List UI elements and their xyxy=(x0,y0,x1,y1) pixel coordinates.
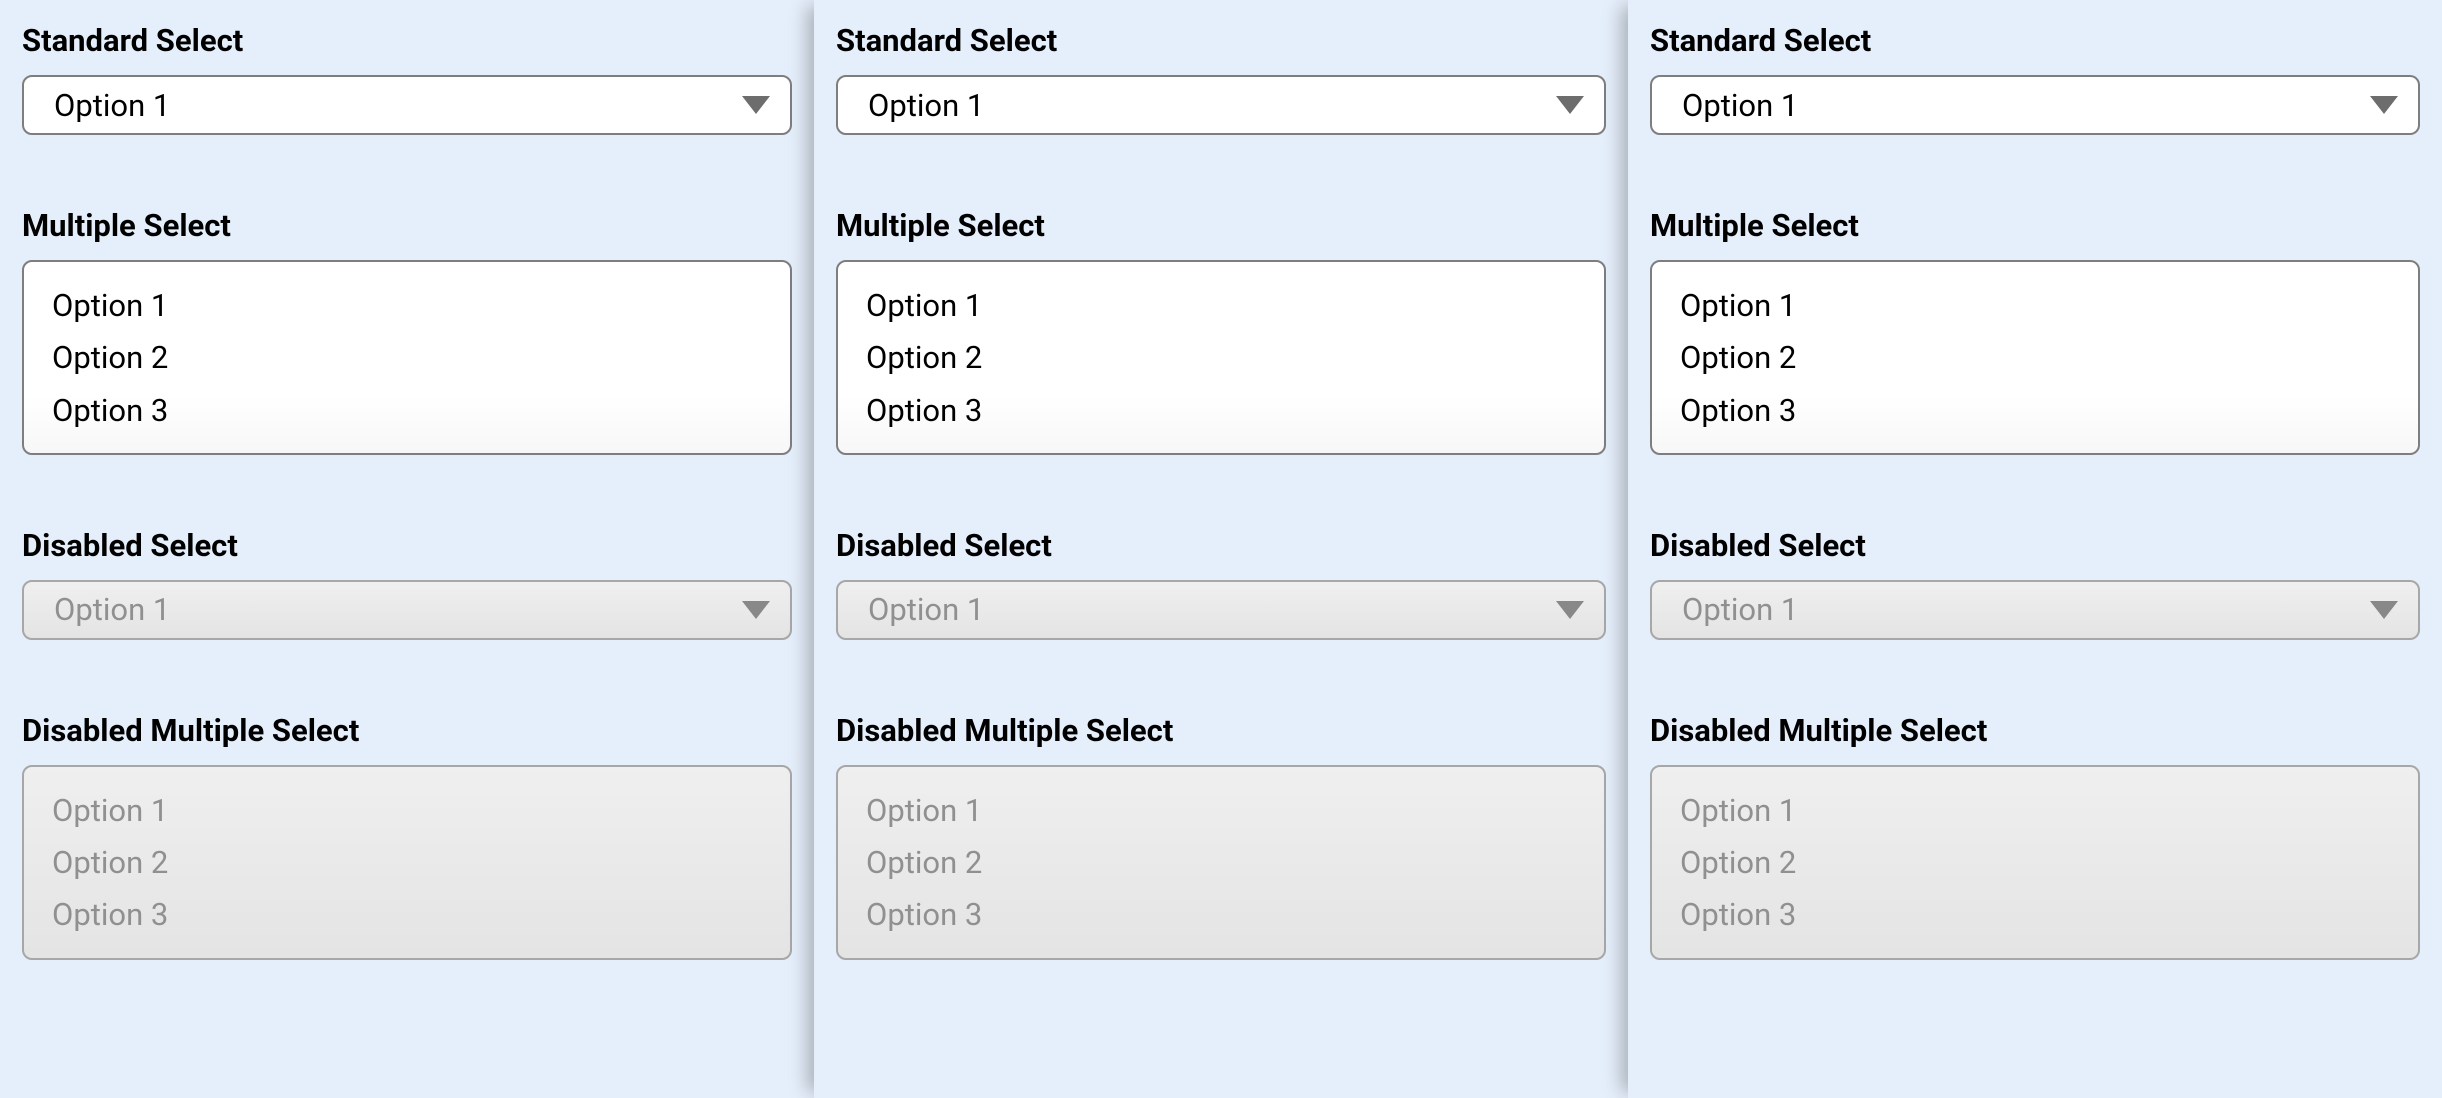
multiple-select-option[interactable]: Option 1 xyxy=(1680,280,2390,332)
disabled-multiple-select: Option 1 Option 2 Option 3 xyxy=(22,765,792,960)
disabled-select-field: Disabled Select Option 1 xyxy=(836,527,1606,640)
disabled-select-label: Disabled Select xyxy=(1650,527,2420,564)
multiple-select-option[interactable]: Option 1 xyxy=(52,280,762,332)
disabled-multiple-select-option: Option 3 xyxy=(52,889,762,941)
multiple-select-field: Multiple Select Option 1 Option 2 Option… xyxy=(1650,207,2420,455)
disabled-multiple-select-label: Disabled Multiple Select xyxy=(22,712,792,749)
disabled-multiple-select-option: Option 1 xyxy=(1680,785,2390,837)
chevron-down-icon xyxy=(742,96,770,114)
disabled-multiple-select-option: Option 1 xyxy=(52,785,762,837)
disabled-select-label: Disabled Select xyxy=(22,527,792,564)
disabled-multiple-select-option: Option 2 xyxy=(52,837,762,889)
disabled-multiple-select-option: Option 3 xyxy=(866,889,1576,941)
standard-select[interactable]: Option 1 xyxy=(836,75,1606,135)
multiple-select-option[interactable]: Option 2 xyxy=(1680,332,2390,384)
multiple-select[interactable]: Option 1 Option 2 Option 3 xyxy=(836,260,1606,455)
multiple-select-label: Multiple Select xyxy=(22,207,792,244)
chevron-down-icon xyxy=(2370,96,2398,114)
multiple-select-field: Multiple Select Option 1 Option 2 Option… xyxy=(836,207,1606,455)
multiple-select-label: Multiple Select xyxy=(1650,207,2420,244)
disabled-multiple-select-option: Option 3 xyxy=(1680,889,2390,941)
disabled-multiple-select-option: Option 2 xyxy=(866,837,1576,889)
standard-select-field: Standard Select Option 1 xyxy=(22,22,792,135)
multiple-select-label: Multiple Select xyxy=(836,207,1606,244)
standard-select[interactable]: Option 1 xyxy=(22,75,792,135)
chevron-down-icon xyxy=(1556,601,1584,619)
standard-select[interactable]: Option 1 xyxy=(1650,75,2420,135)
disabled-select-value: Option 1 xyxy=(1682,591,1798,628)
disabled-multiple-select-field: Disabled Multiple Select Option 1 Option… xyxy=(1650,712,2420,960)
multiple-select-option[interactable]: Option 2 xyxy=(52,332,762,384)
standard-select-label: Standard Select xyxy=(22,22,792,59)
standard-select-label: Standard Select xyxy=(1650,22,2420,59)
disabled-select: Option 1 xyxy=(22,580,792,640)
multiple-select-option[interactable]: Option 3 xyxy=(866,385,1576,437)
multiple-select-option[interactable]: Option 2 xyxy=(866,332,1576,384)
column-0: Standard Select Option 1 Multiple Select… xyxy=(0,0,814,1098)
disabled-select-field: Disabled Select Option 1 xyxy=(1650,527,2420,640)
disabled-multiple-select-option: Option 2 xyxy=(1680,837,2390,889)
disabled-select-field: Disabled Select Option 1 xyxy=(22,527,792,640)
disabled-multiple-select-option: Option 1 xyxy=(866,785,1576,837)
standard-select-value: Option 1 xyxy=(868,87,984,124)
multiple-select-option[interactable]: Option 3 xyxy=(1680,385,2390,437)
disabled-select: Option 1 xyxy=(836,580,1606,640)
standard-select-field: Standard Select Option 1 xyxy=(1650,22,2420,135)
multiple-select-option[interactable]: Option 1 xyxy=(866,280,1576,332)
disabled-multiple-select: Option 1 Option 2 Option 3 xyxy=(1650,765,2420,960)
disabled-multiple-select: Option 1 Option 2 Option 3 xyxy=(836,765,1606,960)
disabled-select-label: Disabled Select xyxy=(836,527,1606,564)
multiple-select-field: Multiple Select Option 1 Option 2 Option… xyxy=(22,207,792,455)
disabled-multiple-select-label: Disabled Multiple Select xyxy=(836,712,1606,749)
disabled-select-value: Option 1 xyxy=(868,591,984,628)
disabled-select: Option 1 xyxy=(1650,580,2420,640)
standard-select-value: Option 1 xyxy=(1682,87,1798,124)
multiple-select-option[interactable]: Option 3 xyxy=(52,385,762,437)
disabled-multiple-select-label: Disabled Multiple Select xyxy=(1650,712,2420,749)
standard-select-value: Option 1 xyxy=(54,87,170,124)
chevron-down-icon xyxy=(1556,96,1584,114)
multiple-select[interactable]: Option 1 Option 2 Option 3 xyxy=(22,260,792,455)
disabled-select-value: Option 1 xyxy=(54,591,170,628)
chevron-down-icon xyxy=(742,601,770,619)
column-2: Standard Select Option 1 Multiple Select… xyxy=(1628,0,2442,1098)
column-1: Standard Select Option 1 Multiple Select… xyxy=(814,0,1628,1098)
disabled-multiple-select-field: Disabled Multiple Select Option 1 Option… xyxy=(836,712,1606,960)
standard-select-field: Standard Select Option 1 xyxy=(836,22,1606,135)
multiple-select[interactable]: Option 1 Option 2 Option 3 xyxy=(1650,260,2420,455)
standard-select-label: Standard Select xyxy=(836,22,1606,59)
disabled-multiple-select-field: Disabled Multiple Select Option 1 Option… xyxy=(22,712,792,960)
chevron-down-icon xyxy=(2370,601,2398,619)
